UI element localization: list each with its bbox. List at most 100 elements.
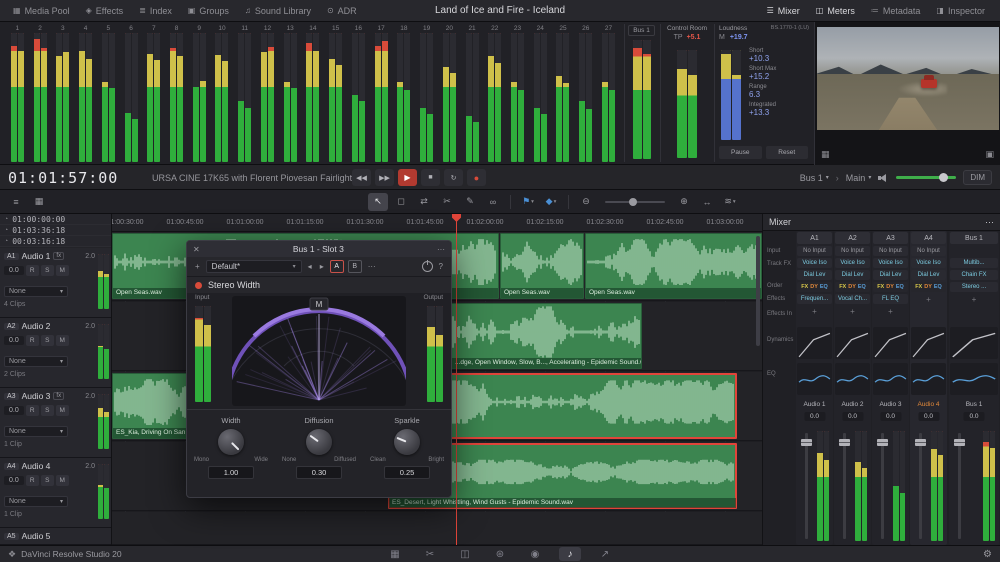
page-media[interactable]: ▦ bbox=[384, 547, 406, 561]
loudness-pause-button[interactable]: Pause bbox=[719, 146, 762, 159]
track-height-tool[interactable]: ≋▾ bbox=[720, 193, 740, 211]
timeline-ruler[interactable]: 01:00:30:0001:00:45:0001:01:00:0001:01:1… bbox=[112, 214, 762, 232]
close-icon[interactable]: ✕ bbox=[193, 245, 200, 254]
effect-slot[interactable]: Vocal Ch... bbox=[835, 294, 870, 304]
video-preview[interactable] bbox=[817, 27, 999, 130]
fit-zoom-tool[interactable]: ↔ bbox=[697, 193, 717, 211]
pointer-tool[interactable]: ↖ bbox=[368, 193, 388, 211]
mute-button[interactable]: M bbox=[56, 475, 69, 486]
more-options-icon[interactable]: ··· bbox=[437, 245, 445, 254]
mixer-volume-value[interactable]: 0.0 bbox=[842, 412, 863, 421]
dim-button[interactable]: DIM bbox=[963, 170, 992, 185]
trim-tool[interactable]: ⇄ bbox=[414, 193, 434, 211]
link-clips-tool[interactable]: ∞ bbox=[483, 193, 503, 211]
knob-sparkle[interactable]: SparkleCleanBright0.25 bbox=[363, 410, 451, 497]
panel-toggle-meters[interactable]: ◫Meters bbox=[809, 4, 862, 18]
mixer-volume-value[interactable]: 0.0 bbox=[804, 412, 825, 421]
fader-handle[interactable] bbox=[954, 439, 965, 446]
effect-slot[interactable]: Chain FX bbox=[950, 270, 998, 280]
mixer-strip-header[interactable]: A1 bbox=[797, 232, 832, 244]
track-fx-badge[interactable]: Dial Lev bbox=[911, 270, 946, 280]
loudness-reset-button[interactable]: Reset bbox=[766, 146, 809, 159]
eq-graph[interactable] bbox=[797, 363, 832, 395]
eq-graph[interactable] bbox=[911, 363, 946, 395]
mixer-input-select[interactable]: No Input bbox=[911, 246, 946, 256]
record-arm-button[interactable]: R bbox=[26, 265, 39, 276]
record-arm-button[interactable]: R bbox=[26, 405, 39, 416]
mixer-volume-value[interactable]: 0.0 bbox=[880, 412, 901, 421]
zoom-in-tool[interactable]: ⊕ bbox=[674, 193, 694, 211]
effect-slot[interactable]: Multib... bbox=[950, 258, 998, 268]
next-preset-icon[interactable]: ▸ bbox=[318, 262, 326, 271]
speaker-icon[interactable] bbox=[878, 173, 889, 183]
fx-order-cell[interactable]: FXDYEQ bbox=[797, 282, 832, 292]
range-select-tool[interactable]: ◻ bbox=[391, 193, 411, 211]
track-header-A2[interactable]: A2Audio 22.00.0RSMNone▾2 Clips bbox=[0, 318, 112, 388]
track-input-dropdown[interactable]: None▾ bbox=[4, 496, 68, 507]
record-arm-button[interactable]: R bbox=[26, 335, 39, 346]
solo-button[interactable]: S bbox=[41, 475, 54, 486]
solo-button[interactable]: S bbox=[41, 405, 54, 416]
more-options-icon[interactable]: ··· bbox=[985, 217, 994, 227]
track-fx-badge[interactable]: Dial Lev bbox=[873, 270, 908, 280]
fx-order-cell[interactable]: FXDYEQ bbox=[873, 282, 908, 292]
zoom-slider[interactable] bbox=[605, 201, 665, 203]
effect-slot[interactable]: Frequen... bbox=[797, 294, 832, 304]
playhead[interactable] bbox=[456, 214, 457, 545]
monitor-bus-dropdown[interactable]: Bus 1▾ bbox=[800, 173, 829, 183]
solo-button[interactable]: S bbox=[41, 265, 54, 276]
fader-handle[interactable] bbox=[915, 439, 926, 446]
track-header-A4[interactable]: A4Audio 42.00.0RSMNone▾1 Clip bbox=[0, 458, 112, 528]
knob-dial[interactable] bbox=[306, 429, 332, 455]
help-icon[interactable]: ? bbox=[437, 262, 445, 271]
loudness-standard-dropdown[interactable]: BS.1770-1 (LU) bbox=[771, 25, 809, 32]
panel-toggle-mixer[interactable]: ☰Mixer bbox=[760, 4, 807, 18]
panel-toggle-media-pool[interactable]: ▦Media Pool bbox=[6, 4, 77, 18]
track-input-dropdown[interactable]: None▾ bbox=[4, 286, 68, 297]
viewer-grid-icon[interactable]: ▦ bbox=[821, 149, 830, 160]
viewer-expand-icon[interactable]: ▣ bbox=[985, 149, 994, 160]
eq-graph[interactable] bbox=[873, 363, 908, 395]
mixer-strip-a2[interactable]: A2No InputVoice IsoDial LevFXDYEQVocal C… bbox=[834, 231, 871, 545]
page-cut[interactable]: ✂ bbox=[419, 547, 441, 561]
mute-button[interactable]: M bbox=[56, 405, 69, 416]
knob-value[interactable]: 1.00 bbox=[208, 466, 254, 479]
dynamics-graph[interactable] bbox=[835, 327, 870, 359]
monitor-output-dropdown[interactable]: Main▾ bbox=[846, 173, 872, 183]
knob-value[interactable]: 0.30 bbox=[296, 466, 342, 479]
timeline-selector[interactable]: URSA CINE 17K65 with Florent Piovesan Fa… bbox=[152, 173, 360, 183]
play-button[interactable]: ▶ bbox=[398, 169, 417, 186]
track-volume[interactable]: 0.0 bbox=[4, 266, 24, 275]
mixer-strip-header[interactable]: A3 bbox=[873, 232, 908, 244]
track-fx-badge[interactable]: Dial Lev bbox=[835, 270, 870, 280]
add-preset-icon[interactable]: + bbox=[193, 262, 202, 271]
eq-graph[interactable] bbox=[835, 363, 870, 395]
page-color[interactable]: ◉ bbox=[524, 547, 546, 561]
page-edit[interactable]: ◫ bbox=[454, 547, 476, 561]
add-effect-button[interactable]: + bbox=[797, 306, 832, 316]
fx-order-cell[interactable]: FXDYEQ bbox=[911, 282, 946, 292]
mute-button[interactable]: M bbox=[56, 265, 69, 276]
ab-compare-b-button[interactable]: B bbox=[348, 260, 362, 273]
panel-toggle-index[interactable]: ≣Index bbox=[132, 4, 179, 18]
track-grid-view[interactable]: ▦ bbox=[29, 193, 49, 211]
track-fx-badge[interactable]: Voice Iso bbox=[911, 258, 946, 268]
track-volume[interactable]: 0.0 bbox=[4, 476, 24, 485]
fader-handle[interactable] bbox=[801, 439, 812, 446]
fader[interactable] bbox=[953, 431, 967, 541]
monitor-volume-slider[interactable] bbox=[896, 176, 956, 179]
ab-compare-a-button[interactable]: A bbox=[330, 260, 344, 273]
knob-dial[interactable] bbox=[218, 429, 244, 455]
marker-tool[interactable]: ◆▾ bbox=[541, 193, 561, 211]
dynamics-graph[interactable] bbox=[797, 327, 832, 359]
eq-graph[interactable] bbox=[950, 363, 998, 395]
record-arm-button[interactable]: R bbox=[26, 475, 39, 486]
add-effect-button[interactable]: + bbox=[835, 306, 870, 316]
project-settings-gear-icon[interactable]: ⚙ bbox=[983, 549, 992, 560]
mixer-strip-header[interactable]: A4 bbox=[911, 232, 946, 244]
timeline-lane-A5[interactable] bbox=[112, 512, 762, 545]
zoom-out-tool[interactable]: ⊖ bbox=[576, 193, 596, 211]
panel-toggle-effects[interactable]: ◈Effects bbox=[79, 4, 131, 18]
add-effect-button[interactable]: + bbox=[911, 294, 946, 304]
flag-tool[interactable]: ⚑▾ bbox=[518, 193, 538, 211]
